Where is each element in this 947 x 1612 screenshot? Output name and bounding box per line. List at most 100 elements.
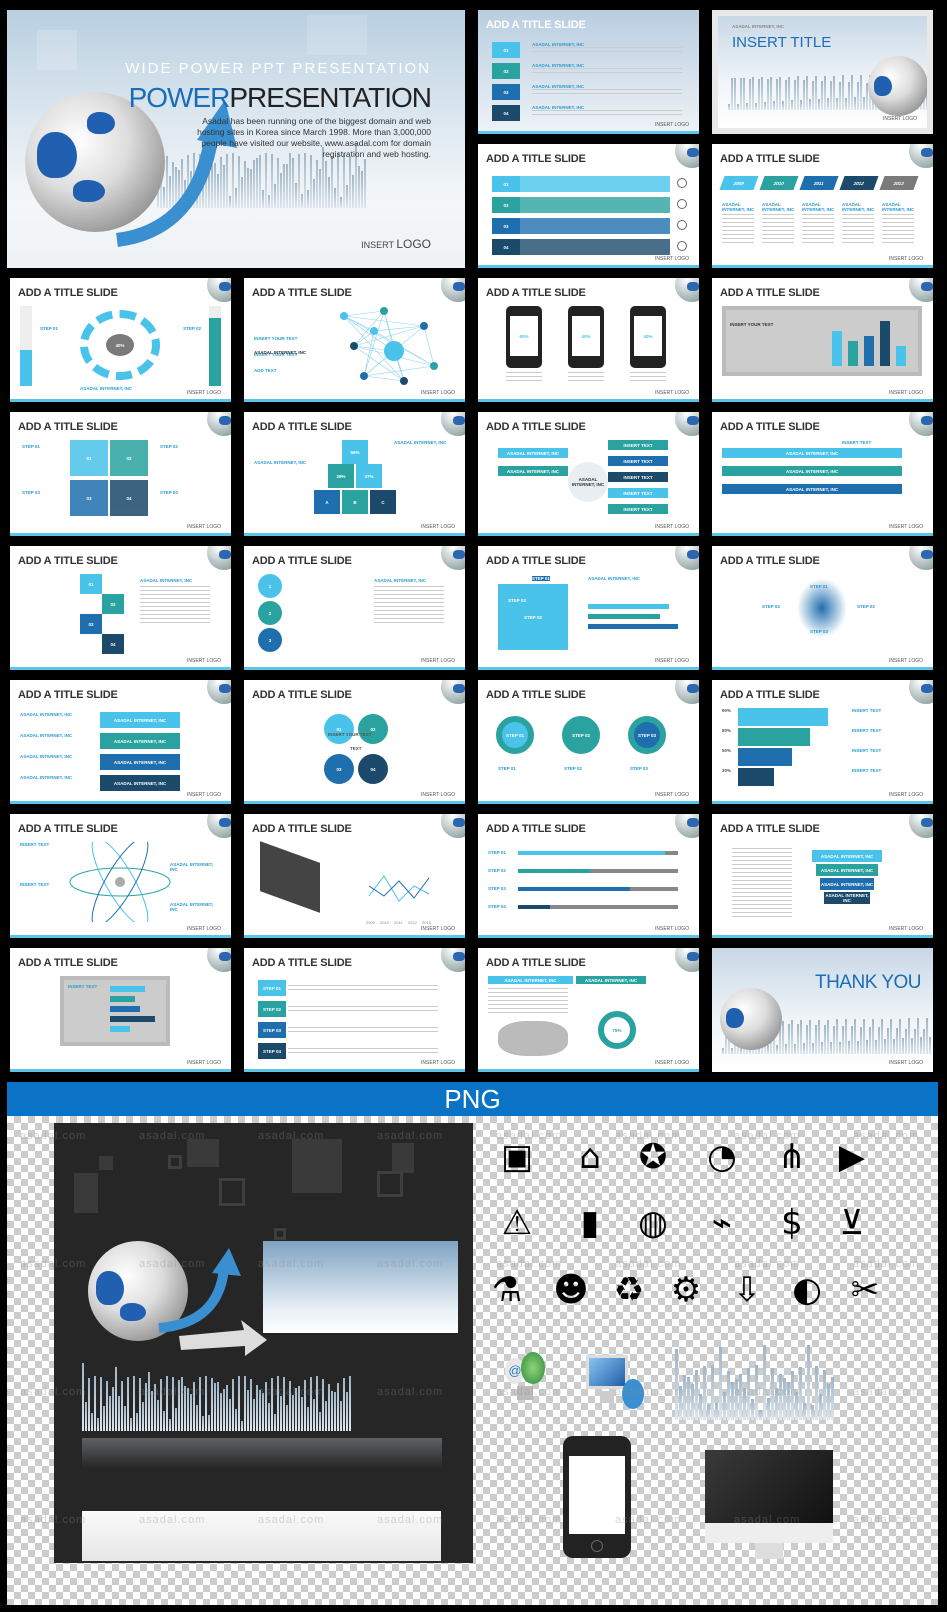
slide-label: ASADAL INTERNET, INC — [762, 202, 795, 212]
slide-thumbnail[interactable]: ADD A TITLE SLIDE INSERT LOGO 01 02 03 04 — [478, 144, 699, 268]
cube-block: B — [342, 490, 368, 514]
progress-slider[interactable] — [518, 905, 678, 909]
slide-title: ADD A TITLE SLIDE — [486, 689, 586, 701]
globe-corner-icon — [909, 546, 933, 570]
slide-thumbnail[interactable]: ADD A TITLE SLIDE INSERT LOGO ASADAL INTER… — [712, 814, 933, 938]
cart-layer: ASADAL INTERNET, INC — [824, 892, 870, 904]
slide-thumbnail[interactable]: ADD A TITLE SLIDE INSERT LOGO 01 02 03 04 ASAD… — [10, 546, 231, 670]
watermark: asadal.com — [20, 1386, 87, 1398]
hero-title-rest: PRESENTATION — [229, 82, 432, 113]
step-block: STEP 02 — [258, 1001, 286, 1017]
diagram-node: 02 — [110, 440, 148, 476]
slide-body: STEP 02 STEP 01 STEP 03 ASADAL INTERNET, IN… — [488, 574, 689, 656]
slide-thumbnail[interactable]: ADD A TITLE SLIDE INSERT LOGO 60% 40% 40% — [478, 278, 699, 402]
slide-title: ADD A TITLE SLIDE — [252, 823, 352, 835]
slide-thumbnail[interactable]: ADD A TITLE SLIDE INSERT LOGO INSERT YOUR … — [244, 278, 465, 402]
slide-label: INSERT YOUR TEXT — [730, 322, 774, 327]
slide-body: 01 02 03 04 — [488, 172, 689, 255]
cart-layer: ASADAL INTERNET, INC — [816, 864, 878, 876]
bottom-accent-bar — [478, 265, 699, 268]
progress-slider[interactable] — [518, 887, 678, 891]
slide-title: INSERT TITLE — [732, 34, 832, 51]
slide-thumbnail[interactable]: ADD A TITLE SLIDE INSERT LOGO STEP 02 STEP … — [478, 546, 699, 670]
slide-thumbnail[interactable]: ADD A TITLE SLIDE INSERT LOGO ASADAL INTER… — [10, 948, 231, 1072]
watermark: asadal.com — [853, 1258, 920, 1270]
slide-label: ASADAL INTERNET, INC — [254, 350, 307, 355]
body-text-lines — [722, 214, 754, 244]
hero-slide[interactable]: WIDE POWER PPT PRESENTATION POWERPRESENT… — [7, 10, 465, 268]
slide-label: ASADAL INTERNET, INC — [20, 754, 73, 759]
slide-thumbnail[interactable]: ADD A TITLE SLIDE INSERT LOGO ASADAL INTER… — [712, 278, 933, 402]
slide-body: STEP 01 STEP 02 STEP 03 STEP 04 — [254, 976, 455, 1059]
watermark: asadal.com — [734, 1258, 801, 1270]
globe-corner-icon — [207, 948, 231, 972]
axis-tick: 2013 — [422, 920, 431, 925]
slide-thumbnail[interactable]: ADD A TITLE SLIDE INSERT LOGO A B C 28% 37% 55%… — [244, 412, 465, 536]
slide-thumbnail[interactable]: ADD A TITLE SLIDE INSERT LOGO STEP 01 STEP … — [478, 814, 699, 938]
slide-label: ASADAL INTERNET, INC — [732, 300, 785, 305]
progress-slider[interactable] — [518, 869, 678, 873]
slide-thumbnail[interactable]: ADD A TITLE SLIDE INSERT LOGO 2009 2010 2011… — [244, 814, 465, 938]
bottom-accent-bar — [10, 801, 231, 804]
panel-frame — [722, 306, 922, 376]
slide-thumbnail[interactable]: ADD A TITLE SLIDE INSERT LOGO ASADAL INTER… — [478, 412, 699, 536]
slide-label: STEP 01 — [488, 850, 506, 855]
chart-bar — [110, 996, 135, 1002]
slide-label: 30% — [722, 768, 732, 773]
slide-thumbnail[interactable]: INSERT TITLE ASADAL INTERNET, INC INSERT L… — [712, 10, 933, 134]
slide-thumbnail[interactable]: ADD A TITLE SLIDE INSERT LOGO 40% STEP 01 ST… — [10, 278, 231, 402]
watermark: asadal.com — [615, 1386, 682, 1398]
slide-thumbnail[interactable]: ADD A TITLE SLIDE INSERT LOGO STEP 01 STEP … — [244, 948, 465, 1072]
body-text-lines — [374, 586, 444, 626]
slide-body: 01 02 03 04 STEP 01 STEP 02 STEP 03 STEP 04 — [20, 440, 221, 522]
bottom-accent-bar — [478, 801, 699, 804]
slide-label: ASADAL INTERNET, INC — [374, 578, 427, 583]
slide-label: STEP 01 — [22, 444, 40, 449]
slide-thumbnail[interactable]: ADD A TITLE SLIDE INSERT LOGO 1 2 3 ASADAL IN… — [244, 546, 465, 670]
slide-label: 90% — [722, 708, 732, 713]
slide-thumbnail[interactable]: ADD A TITLE SLIDE INSERT LOGO 90% INSERT TE… — [712, 680, 933, 804]
slide-thumbnail[interactable]: ADD A TITLE SLIDE INSERT LOGO INSERT TEXT A… — [10, 814, 231, 938]
slide-label: INSERT TEXT — [68, 984, 98, 989]
slide-title: ADD A TITLE SLIDE — [720, 421, 820, 433]
slide-thumbnail[interactable]: ADD A TITLE SLIDE INSERT LOGO STEP 01 STEP … — [478, 680, 699, 804]
slide-thumbnail[interactable]: ADD A TITLE SLIDE INSERT LOGO ASADAL INTER… — [478, 948, 699, 1072]
diagram-node: 1 — [258, 574, 282, 598]
slide-label: STEP 02 — [160, 444, 178, 449]
slide-title: ADD A TITLE SLIDE — [252, 689, 352, 701]
slide-label: ASADAL INTERNET, INC — [882, 202, 915, 212]
slide-thumbnail[interactable]: ADD A TITLE SLIDE INSERT LOGO ASADAL INTER… — [10, 680, 231, 804]
watermark: asadal.com — [615, 1258, 682, 1270]
bottom-accent-bar — [478, 533, 699, 536]
slide-thumbnail[interactable]: THANK YOU INSERT LOGO — [712, 948, 933, 1072]
slide-body: ASADAL INTERNET, INC ASADAL INTERNET, INC… — [20, 708, 221, 791]
watermark: asadal.com — [377, 1386, 444, 1398]
diagram-node: 02 — [102, 594, 124, 614]
insert-logo: INSERT LOGO — [187, 658, 221, 664]
slide-thumbnail[interactable]: ADD A TITLE SLIDE INSERT LOGO 01 02 03 04 TEXT… — [244, 680, 465, 804]
slide-thumbnail[interactable]: ADD A TITLE SLIDE INSERT LOGO 2009 ASADAL I… — [712, 144, 933, 268]
slide-title: ADD A TITLE SLIDE — [486, 19, 586, 31]
year-block: 2009 — [719, 176, 759, 190]
axis-tick: 2009 — [366, 920, 375, 925]
slide-thumbnail[interactable]: ADD A TITLE SLIDE INSERT LOGO 01 02 03 04 STEP… — [10, 412, 231, 536]
bottom-accent-bar — [244, 1069, 465, 1072]
body-text-lines — [532, 110, 682, 118]
progress-slider[interactable] — [518, 851, 678, 855]
slide-thumbnail[interactable]: ADD A TITLE SLIDE INSERT LOGO STEP 01 STEP … — [712, 546, 933, 670]
slide-thumbnail[interactable]: ADD A TITLE SLIDE INSERT LOGO 01 ASADAL INT… — [478, 10, 699, 134]
slide-title: ADD A TITLE SLIDE — [486, 555, 586, 567]
insert-logo: INSERT LOGO — [889, 390, 923, 396]
chart-bar — [110, 1006, 140, 1012]
slide-thumbnail[interactable]: ADD A TITLE SLIDE INSERT LOGO ASADAL INTER… — [712, 412, 933, 536]
slide-body: STEP 01 STEP 01 STEP 02 STEP 02 STEP 03 STEP … — [488, 708, 689, 790]
watermark: asadal.com — [258, 1130, 325, 1142]
watermark: asadal.com — [734, 1130, 801, 1142]
body-text-lines — [762, 214, 794, 244]
funnel-step — [738, 768, 774, 786]
bottom-accent-bar — [478, 131, 699, 134]
phone-mockup: 40% — [630, 306, 666, 368]
watermark: asadal.com — [496, 1130, 563, 1142]
funnel-step — [738, 728, 810, 746]
globe-land — [726, 1008, 744, 1028]
